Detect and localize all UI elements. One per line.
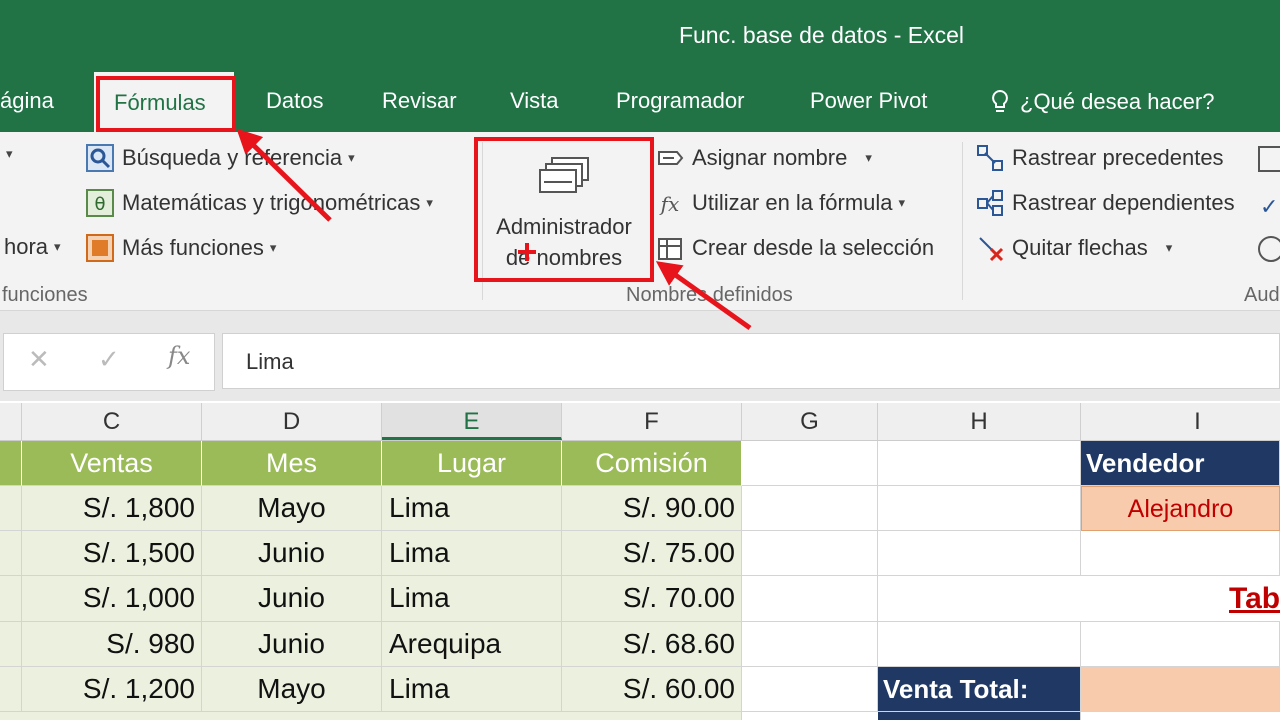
cursor-crosshair-icon — [518, 243, 536, 261]
arrow-to-name-manager — [655, 261, 752, 331]
annotation-arrows — [236, 128, 752, 331]
arrow-to-formulas-tab — [236, 128, 332, 222]
